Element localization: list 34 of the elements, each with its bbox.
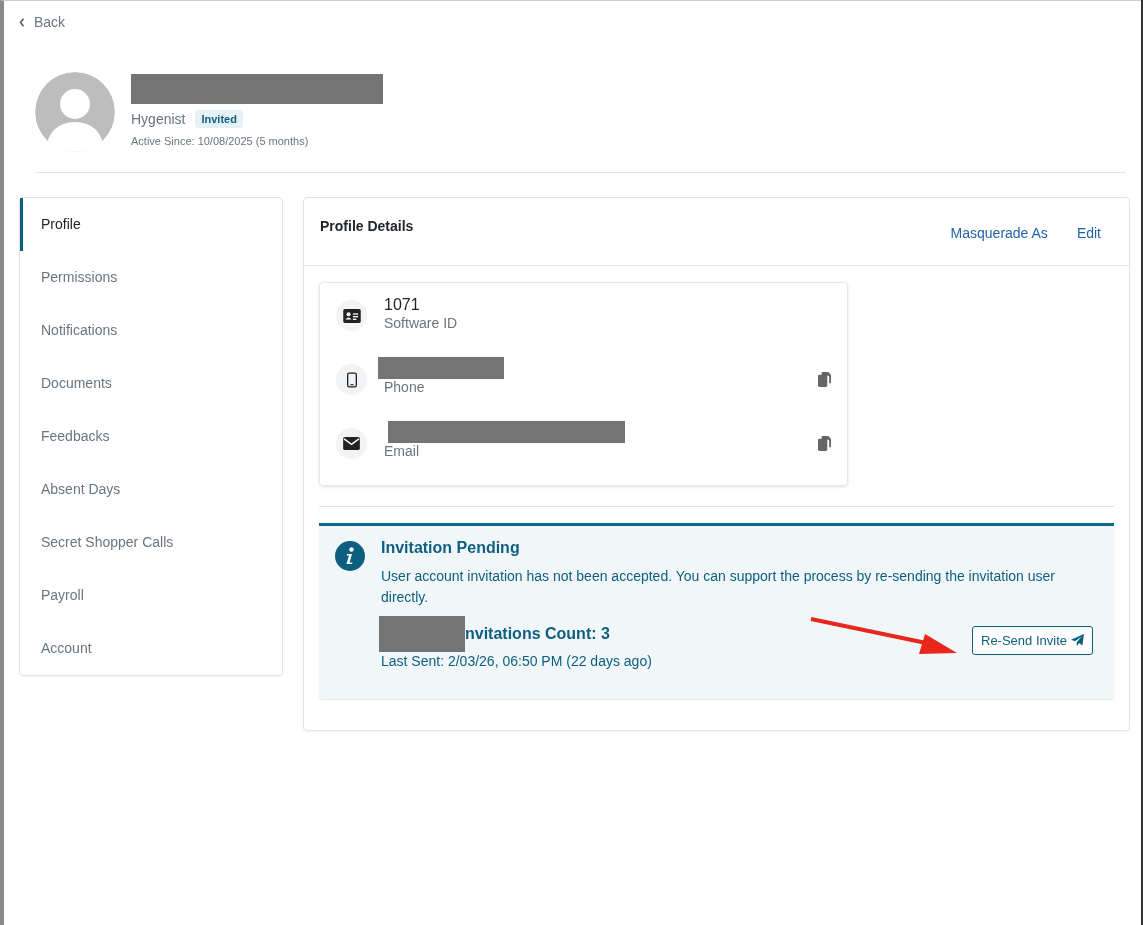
sidebar-item[interactable]: Notifications: [20, 304, 282, 357]
field-label: Phone: [384, 379, 426, 395]
sidebar-item[interactable]: Account: [20, 622, 282, 675]
last-sent: Last Sent: 2/03/26, 06:50 PM (22 days ago): [381, 653, 652, 669]
active-since: Active Since: 10/08/2025 (5 months): [131, 135, 310, 147]
info-icon: [335, 541, 365, 571]
paper-plane-icon: [1071, 634, 1084, 647]
sidebar-item[interactable]: Feedbacks: [20, 410, 282, 463]
envelope-icon: [336, 428, 367, 459]
alert-message: User account invitation has not been accepted. You can support the process by re-sending the invitation user directly.: [381, 567, 1056, 607]
invitation-count: nvitations Count: 3: [465, 625, 610, 643]
sidebar-item[interactable]: Documents: [20, 357, 282, 410]
avatar-icon: [35, 72, 115, 152]
action-link[interactable]: Masquerade As: [950, 225, 1048, 265]
sidebar-item[interactable]: Absent Days: [20, 463, 282, 516]
copy-icon[interactable]: [818, 436, 831, 451]
sidebar-item[interactable]: Permissions: [20, 251, 282, 304]
id-card-icon: [336, 300, 367, 331]
alert-title: Invitation Pending: [381, 539, 521, 557]
action-link[interactable]: Edit: [1076, 225, 1101, 265]
sidebar-item[interactable]: Secret Shopper Calls: [20, 516, 282, 569]
user-role: Hygenist: [131, 111, 186, 127]
card-title: Profile Details: [320, 218, 414, 236]
field-label: Software ID: [384, 315, 459, 331]
field-value: 1071: [384, 295, 421, 315]
back-link[interactable]: Back: [19, 14, 66, 30]
sidebar-item[interactable]: Profile: [20, 198, 282, 251]
resend-invite-button[interactable]: Re-Send Invite: [972, 626, 1093, 655]
phone-icon: [336, 364, 367, 395]
copy-icon[interactable]: [818, 372, 831, 387]
status-badge: Invited: [195, 110, 243, 128]
sidebar-item[interactable]: Payroll: [20, 569, 282, 622]
chevron-left-icon: [19, 17, 25, 27]
field-label: Email: [384, 443, 420, 459]
